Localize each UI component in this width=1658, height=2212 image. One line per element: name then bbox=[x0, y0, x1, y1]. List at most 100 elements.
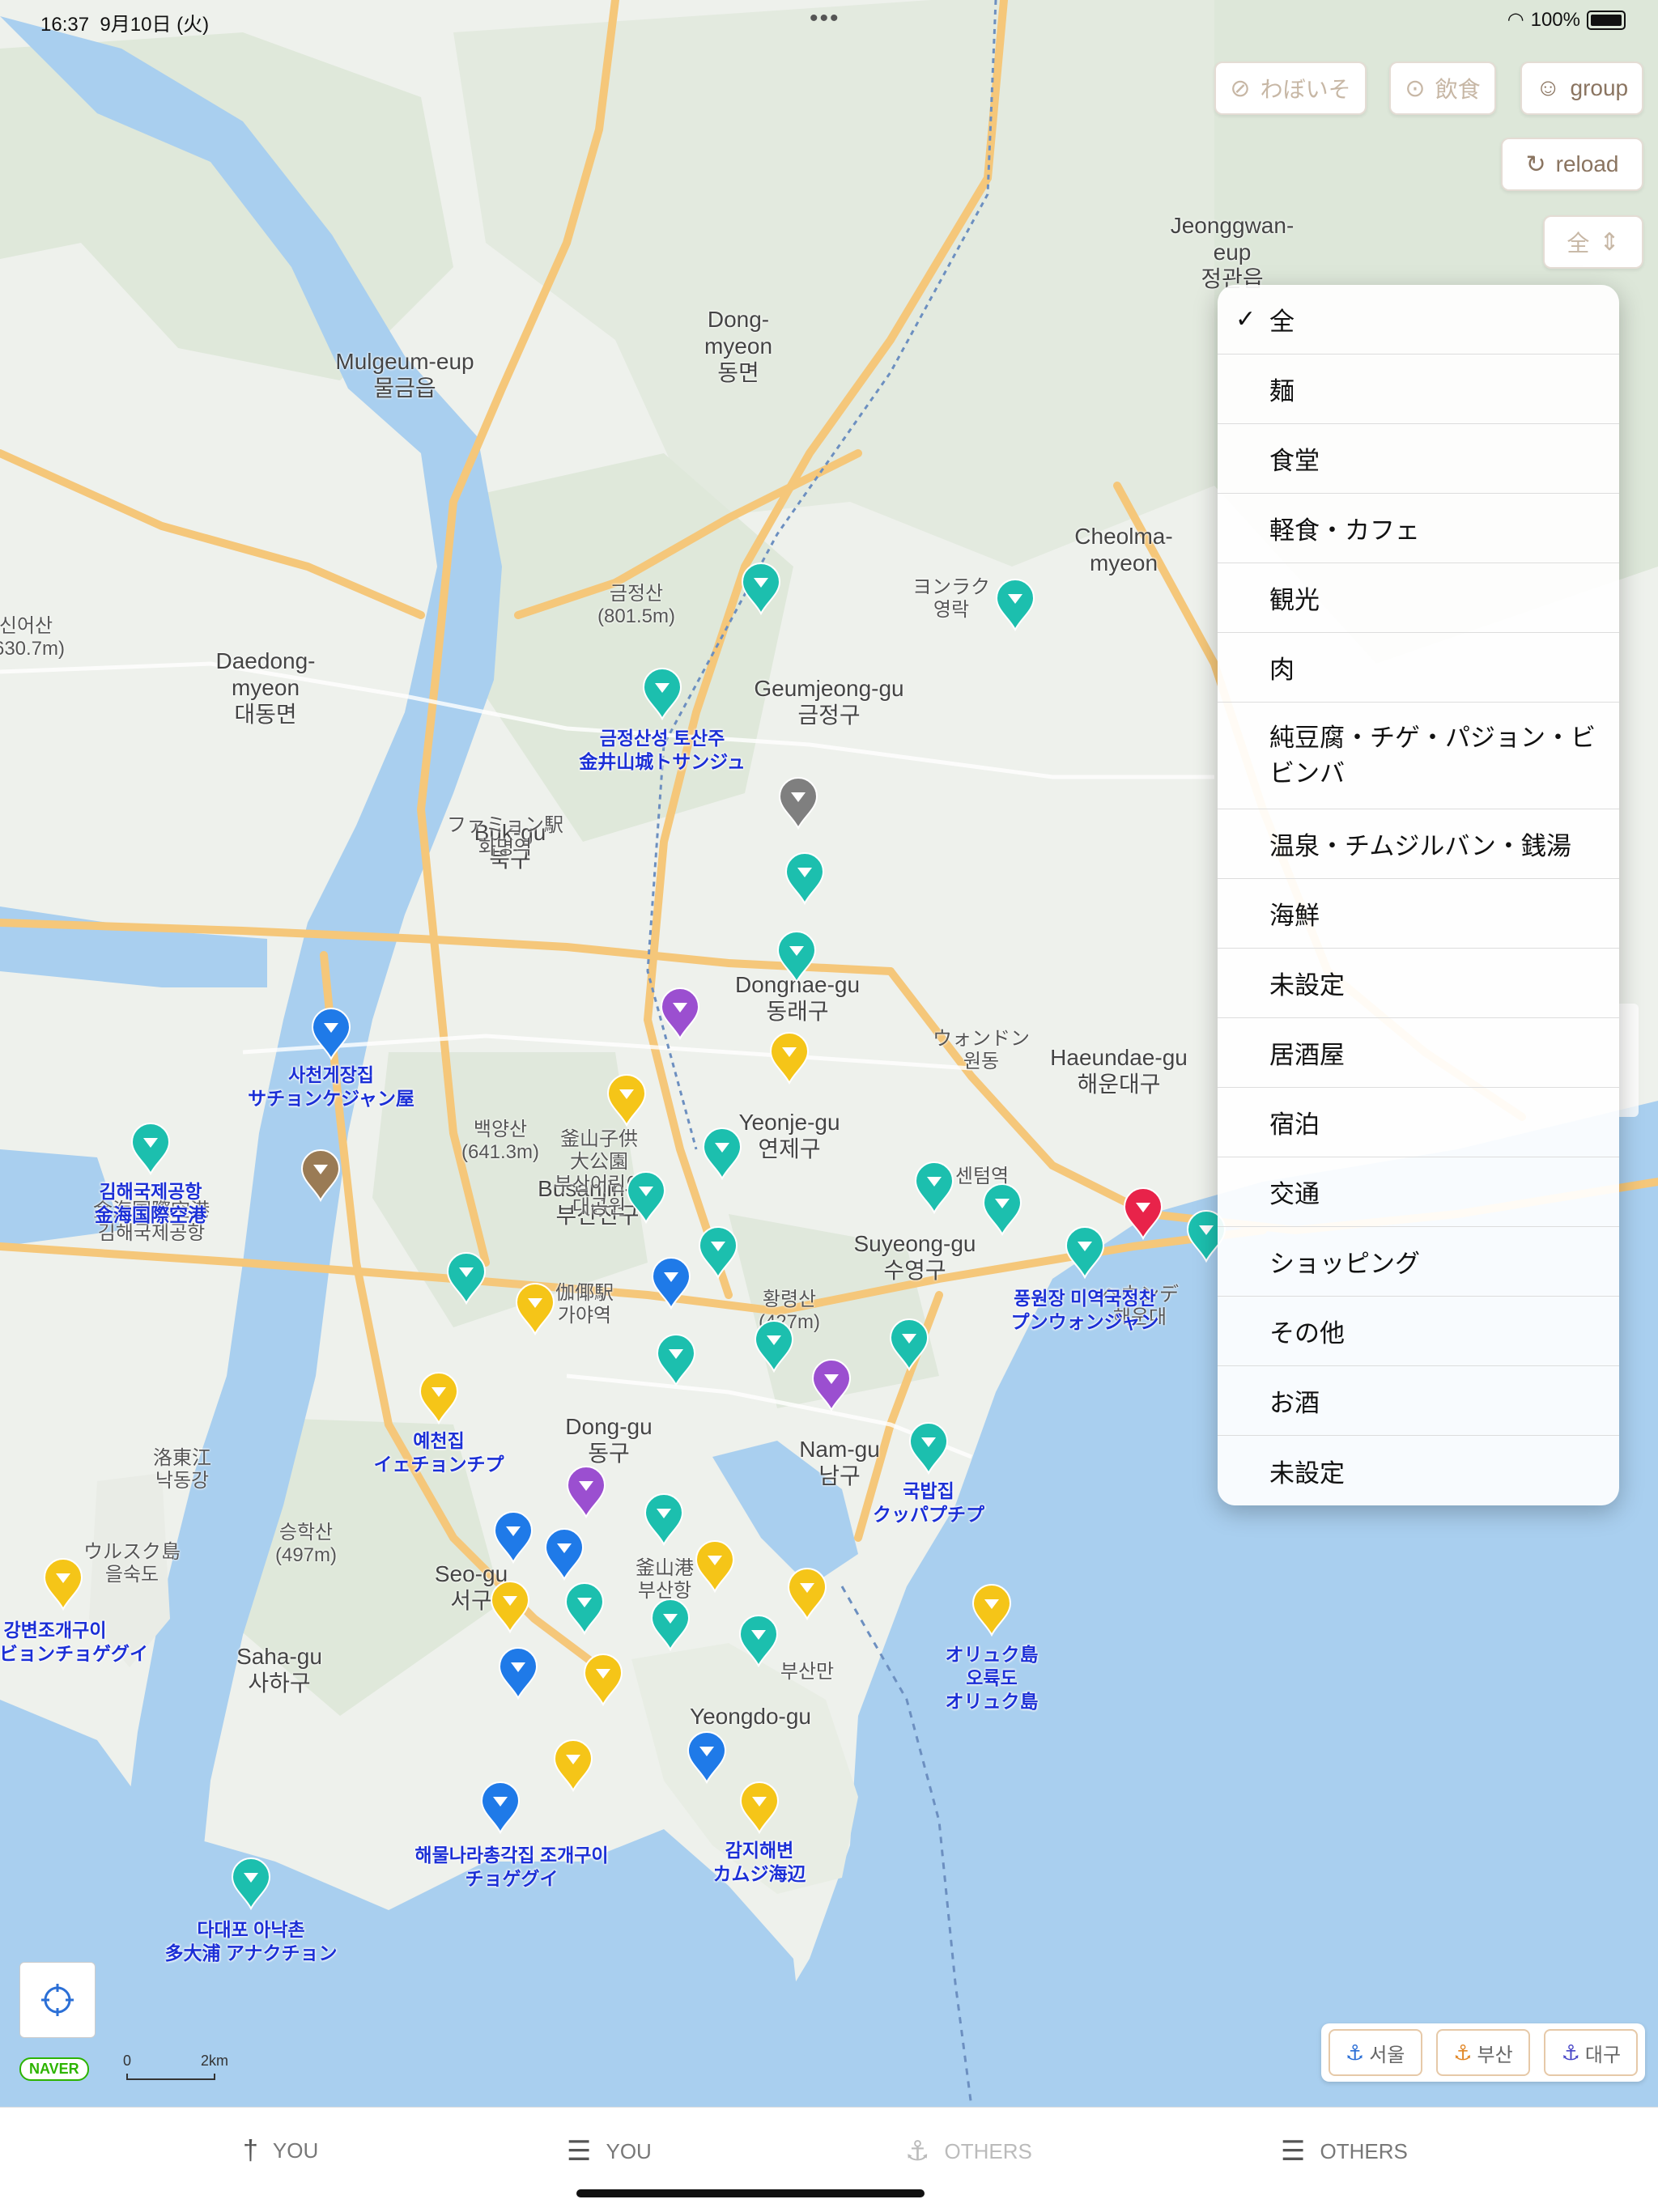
city-button-seoul[interactable]: ⚓ 서울 bbox=[1328, 2029, 1422, 2076]
map-pin-teal[interactable] bbox=[129, 1122, 172, 1175]
map-pin-yellow[interactable] bbox=[767, 1031, 811, 1085]
tab-others-map[interactable]: ⚓ OTHERS bbox=[905, 2135, 1032, 2167]
map-label: Yeonje-gu 연제구 bbox=[738, 1110, 840, 1161]
menu-item[interactable]: 軽食・カフェ bbox=[1218, 494, 1619, 563]
crosshair-icon bbox=[41, 1984, 74, 2016]
map-pin-teal[interactable] bbox=[229, 1857, 273, 1910]
map-marker-icon bbox=[650, 1598, 691, 1651]
map-pin-yellow[interactable] bbox=[785, 1567, 829, 1620]
menu-item[interactable]: 麺 bbox=[1218, 355, 1619, 424]
map-pin-blue[interactable] bbox=[685, 1730, 729, 1784]
place-label[interactable]: オリュク島 오륙도 オリュク島 bbox=[946, 1643, 1039, 1713]
map-marker-icon bbox=[626, 1171, 666, 1224]
place-label[interactable]: 풍원장 미역국정찬 プンウォンジャン bbox=[1011, 1287, 1159, 1334]
map-pin-teal[interactable] bbox=[907, 1421, 950, 1475]
city-button-daegu[interactable]: ⚓ 대구 bbox=[1544, 2029, 1639, 2076]
map-pin-teal[interactable] bbox=[783, 851, 827, 905]
map-pin-yellow[interactable] bbox=[513, 1282, 557, 1335]
place-label[interactable]: 김해국제공항 金海国際空港 bbox=[95, 1180, 206, 1227]
map-pin-teal[interactable] bbox=[696, 1225, 740, 1279]
place-label[interactable]: 금정산성 토산주 金井山城トサンジュ bbox=[579, 727, 745, 774]
menu-item[interactable]: お酒 bbox=[1218, 1366, 1619, 1436]
side-handle[interactable] bbox=[1619, 1004, 1639, 1117]
menu-item[interactable]: 居酒屋 bbox=[1218, 1018, 1619, 1088]
map-pin-teal[interactable] bbox=[444, 1251, 488, 1305]
place-label[interactable]: 국밥집 クッパプチプ bbox=[873, 1480, 984, 1526]
menu-item[interactable]: 食堂 bbox=[1218, 424, 1619, 494]
menu-item[interactable]: その他 bbox=[1218, 1297, 1619, 1366]
reload-button[interactable]: ↻ reload bbox=[1501, 138, 1643, 191]
map-pin-red[interactable] bbox=[1121, 1187, 1165, 1240]
menu-item[interactable]: 海鮮 bbox=[1218, 879, 1619, 949]
map-pin-gray[interactable] bbox=[776, 776, 820, 830]
city-button-busan[interactable]: ⚓ 부산 bbox=[1435, 2029, 1530, 2076]
menu-item[interactable]: 宿泊 bbox=[1218, 1088, 1619, 1157]
map-pin-teal[interactable] bbox=[640, 667, 684, 720]
map-pin-teal[interactable] bbox=[563, 1582, 606, 1635]
map-label: Geumjeong-gu 금정구 bbox=[754, 676, 904, 728]
current-location-button[interactable] bbox=[19, 1962, 96, 2038]
map-pin-teal[interactable] bbox=[887, 1318, 931, 1371]
map-pin-blue[interactable] bbox=[496, 1646, 540, 1700]
multitask-dots[interactable]: ••• bbox=[810, 5, 840, 32]
map-pin-purple[interactable] bbox=[658, 987, 702, 1040]
map-pin-yellow[interactable] bbox=[41, 1557, 85, 1611]
map-pin-yellow[interactable] bbox=[738, 1781, 781, 1834]
wabo-button[interactable]: ⊘ わぼいそ bbox=[1214, 62, 1367, 115]
map-pin-yellow[interactable] bbox=[693, 1539, 737, 1593]
menu-item[interactable]: 未設定 bbox=[1218, 1436, 1619, 1505]
menu-item[interactable]: 交通 bbox=[1218, 1157, 1619, 1227]
map-pin-teal[interactable] bbox=[737, 1614, 780, 1667]
map-pin-teal[interactable] bbox=[993, 578, 1037, 631]
map-pin-yellow[interactable] bbox=[417, 1371, 461, 1424]
place-label[interactable]: 사천게장집 サチョンケジャン屋 bbox=[248, 1064, 414, 1110]
map-pin-teal[interactable] bbox=[648, 1598, 692, 1651]
map-pin-yellow[interactable] bbox=[551, 1739, 595, 1792]
map-pin-yellow[interactable] bbox=[488, 1580, 532, 1633]
map-pin-yellow[interactable] bbox=[581, 1653, 625, 1706]
menu-item[interactable]: 温泉・チムジルバン・銭湯 bbox=[1218, 809, 1619, 879]
menu-item[interactable]: 観光 bbox=[1218, 563, 1619, 633]
menu-item-label: 未設定 bbox=[1269, 971, 1345, 1000]
map-pin-yellow[interactable] bbox=[605, 1073, 648, 1127]
map-pin-blue[interactable] bbox=[542, 1527, 586, 1581]
food-button[interactable]: ⊙ 飲食 bbox=[1389, 62, 1496, 115]
tab-my-list[interactable]: ☰ YOU bbox=[567, 2135, 652, 2167]
map-pin-teal[interactable] bbox=[1063, 1225, 1107, 1279]
anchor-icon: ⚓ bbox=[1453, 2040, 1473, 2065]
place-label[interactable]: 해물나라총각집 조개구이 チョゲグイ bbox=[414, 1844, 608, 1891]
map-pin-brown[interactable] bbox=[299, 1148, 342, 1202]
map-marker-icon bbox=[687, 1731, 727, 1784]
map-pin-teal[interactable] bbox=[775, 930, 818, 983]
tab-others-list[interactable]: ☰ OTHERS bbox=[1281, 2135, 1408, 2167]
map-pin-yellow[interactable] bbox=[970, 1583, 1014, 1637]
map-marker-icon bbox=[698, 1226, 738, 1279]
map-pin-teal[interactable] bbox=[654, 1333, 698, 1386]
map-pin-teal[interactable] bbox=[752, 1319, 796, 1373]
map-pin-teal[interactable] bbox=[642, 1492, 686, 1546]
map-pin-teal[interactable] bbox=[739, 562, 783, 615]
menu-item[interactable]: ✓ 全 bbox=[1218, 285, 1619, 355]
menu-item[interactable]: 純豆腐・チゲ・パジョン・ビビンバ bbox=[1218, 703, 1619, 809]
place-label[interactable]: 예천집 イェチョンチプ bbox=[374, 1429, 504, 1476]
place-label[interactable]: 감지해변 カムジ海辺 bbox=[713, 1839, 806, 1886]
map-pin-teal[interactable] bbox=[624, 1170, 668, 1224]
group-button[interactable]: ☺ group bbox=[1520, 62, 1643, 115]
menu-item[interactable]: 肉 bbox=[1218, 633, 1619, 703]
map-marker-icon bbox=[695, 1540, 735, 1593]
map-pin-blue[interactable] bbox=[491, 1510, 535, 1564]
map-pin-purple[interactable] bbox=[564, 1465, 608, 1518]
category-filter-select[interactable]: 全 ⇕ bbox=[1543, 215, 1643, 269]
map-pin-blue[interactable] bbox=[478, 1781, 522, 1834]
menu-item[interactable]: 未設定 bbox=[1218, 949, 1619, 1018]
place-label[interactable]: 다대포 아낙촌 多大浦 アナクチョン bbox=[165, 1918, 338, 1965]
map-pin-blue[interactable] bbox=[649, 1256, 693, 1310]
tab-my-map[interactable]: † YOU bbox=[243, 2135, 318, 2167]
map-pin-teal[interactable] bbox=[980, 1182, 1024, 1236]
place-label[interactable]: 강변조개구이 ガンビョンチョゲグイ bbox=[0, 1619, 148, 1666]
menu-item[interactable]: ショッピング bbox=[1218, 1227, 1619, 1297]
map-pin-teal[interactable] bbox=[912, 1161, 956, 1214]
map-pin-blue[interactable] bbox=[309, 1007, 353, 1060]
map-pin-teal[interactable] bbox=[700, 1127, 744, 1180]
map-pin-purple[interactable] bbox=[810, 1358, 853, 1412]
